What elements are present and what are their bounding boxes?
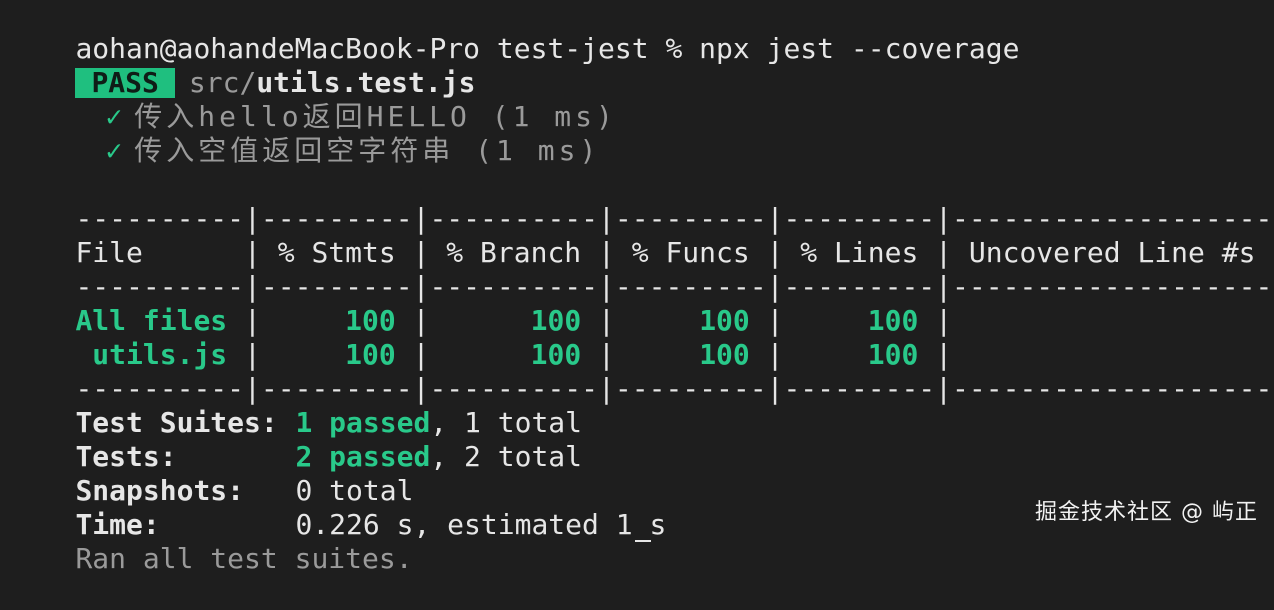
snapshots-value: 0 total — [295, 474, 414, 507]
test-file-name: utils.test.js — [256, 66, 476, 99]
coverage-row-name: utils.js — [75, 338, 228, 371]
coverage-separator-bottom: ----------|---------|----------|--------… — [75, 372, 1273, 405]
coverage-col-sep: | — [581, 338, 700, 371]
coverage-col-sep: | — [395, 338, 531, 371]
coverage-col-sep: | — [918, 338, 1273, 371]
time-label: Time: — [75, 508, 160, 541]
coverage-col-sep: | — [227, 304, 346, 337]
coverage-branch: 100 — [530, 338, 582, 371]
coverage-col-sep: | — [749, 338, 868, 371]
coverage-top-border: ----------|---------|----------|--------… — [8, 168, 1274, 235]
pass-badge: PASS — [75, 68, 175, 98]
coverage-col-sep: | — [395, 304, 531, 337]
terminal-output[interactable]: aohan@aohandeMacBook-Pro test-jest % npx… — [8, 0, 1274, 575]
command-line: aohan@aohandeMacBook-Pro test-jest % npx… — [8, 0, 1274, 65]
coverage-stmts: 100 — [345, 304, 396, 337]
tests-total: , 2 total — [430, 440, 583, 473]
tests-passed: 2 passed — [295, 440, 431, 473]
test-suites-passed: 1 passed — [295, 406, 431, 439]
coverage-stmts: 100 — [345, 338, 396, 371]
coverage-funcs: 100 — [699, 338, 750, 371]
coverage-col-sep: | — [918, 304, 1273, 337]
coverage-funcs: 100 — [699, 304, 750, 337]
time-value: 0.226 s, estimated 1 s — [295, 508, 667, 541]
coverage-lines: 100 — [867, 338, 919, 371]
coverage-header-text: File | % Stmts | % Branch | % Funcs | % … — [75, 236, 1273, 269]
test-suites-total: , 1 total — [430, 406, 583, 439]
coverage-col-sep: | — [227, 338, 346, 371]
coverage-branch: 100 — [530, 304, 582, 337]
command-text: aohan@aohandeMacBook-Pro test-jest % npx… — [75, 32, 1020, 65]
test-file-path-prefix: src/ — [188, 66, 257, 99]
watermark: 掘金技术社区 @ 屿正 — [1035, 500, 1258, 525]
test-case-2-label: 传入空值返回空字符串 (1 ms) — [134, 134, 601, 167]
coverage-separator-top: ----------|---------|----------|--------… — [75, 202, 1273, 235]
tests-label: Tests: — [75, 440, 177, 473]
coverage-lines: 100 — [867, 304, 919, 337]
coverage-col-sep: | — [749, 304, 868, 337]
ran-all-tests-text: Ran all test suites. — [75, 542, 413, 575]
coverage-separator-middle: ----------|---------|----------|--------… — [75, 270, 1273, 303]
check-icon: ✓ — [105, 134, 123, 167]
coverage-col-sep: | — [581, 304, 700, 337]
test-case-1-label: 传入hello返回HELLO (1 ms) — [134, 100, 617, 133]
coverage-row-name: All files — [75, 304, 228, 337]
check-icon: ✓ — [105, 100, 123, 133]
test-suites-label: Test Suites: — [75, 406, 278, 439]
snapshots-label: Snapshots: — [75, 474, 245, 507]
